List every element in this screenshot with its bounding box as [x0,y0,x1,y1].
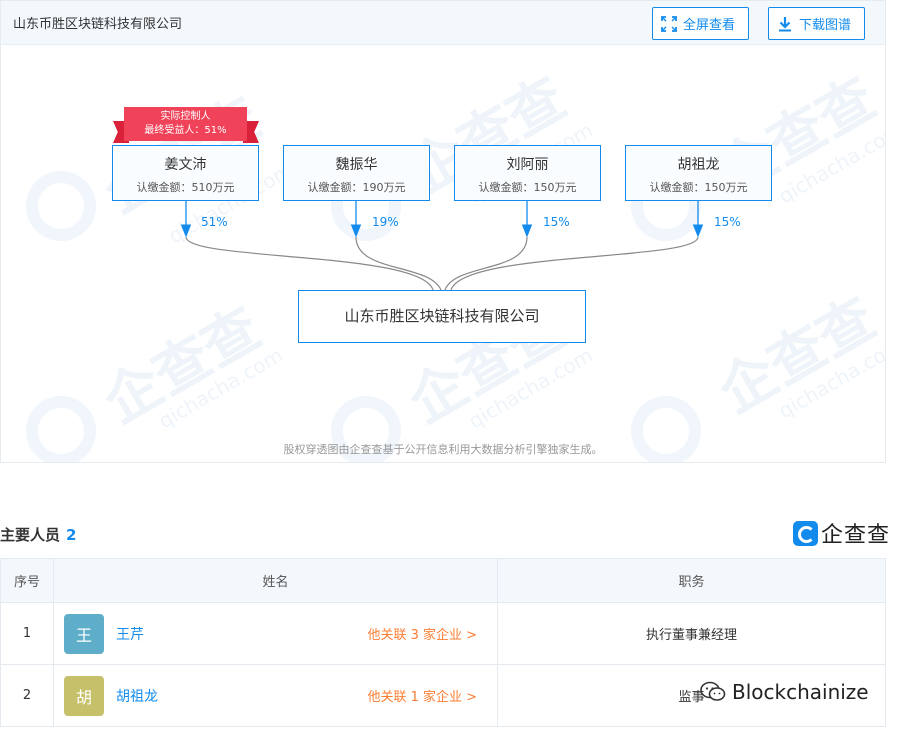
staff-count: 2 [66,526,77,544]
table-row: 1 王 王芹 他关联 3 家企业 > 执行董事兼经理 [0,602,886,665]
col-header-index: 序号 [0,558,54,603]
chart-footnote: 股权穿透图由企查查基于公开信息利用大数据分析引擎独家生成。 [283,443,603,456]
col-header-name: 姓名 [53,558,498,603]
col-header-role: 职务 [497,558,886,603]
share-percent: 15% [543,215,570,229]
avatar: 王 [64,613,104,654]
table-header-row: 序号 姓名 职务 [0,558,886,603]
badge-line1: 实际控制人 [160,111,211,122]
badge-body: 实际控制人 最终受益人：51% [124,107,247,141]
shareholder-node[interactable]: 刘阿丽 认缴金额：150万元 [454,145,601,201]
wechat-icon [700,681,726,701]
staff-section-title: 主要人员 2 [0,524,76,545]
row-index: 2 [0,664,54,727]
associated-companies-link[interactable]: 他关联 1 家企业 > [367,686,477,705]
role-cell: 执行董事兼经理 [497,602,886,665]
name-cell: 胡 胡祖龙 他关联 1 家企业 > [53,664,498,727]
shareholder-node[interactable]: 胡祖龙 认缴金额：150万元 [625,145,772,201]
share-percent: 15% [714,215,741,229]
shareholder-amount: 认缴金额：150万元 [478,181,577,194]
badge-line2: 最终受益人：51% [144,125,227,136]
wechat-watermark-text: Blockchainize [732,680,869,704]
share-percent: 51% [201,215,228,229]
avatar: 胡 [64,675,104,716]
shareholder-name: 姜文沛 [164,157,207,173]
shareholder-amount: 认缴金额：150万元 [649,181,748,194]
associated-companies-link[interactable]: 他关联 3 家企业 > [367,624,477,643]
equity-chart-panel: 山东币胜区块链科技有限公司 全屏查看 下载图谱 企查查 企查查 企查查 企查查 … [0,0,886,463]
row-index: 1 [0,602,54,665]
shareholder-node[interactable]: 魏振华 认缴金额：190万元 [283,145,430,201]
brand-logo: 企查查 [793,519,891,548]
name-cell: 王 王芹 他关联 3 家企业 > [53,602,498,665]
qichacha-logo-icon [793,520,818,546]
wechat-watermark: Blockchainize [700,680,869,704]
shareholder-name: 胡祖龙 [677,157,720,173]
person-name-link[interactable]: 胡祖龙 [116,686,158,706]
shareholder-name: 魏振华 [335,157,378,173]
shareholder-name: 刘阿丽 [506,157,549,173]
controller-badge: 实际控制人 最终受益人：51% [113,107,259,147]
company-node[interactable]: 山东币胜区块链科技有限公司 [298,290,586,343]
shareholder-node[interactable]: 姜文沛 认缴金额：510万元 [112,145,259,201]
staff-title-text: 主要人员 [0,526,61,544]
equity-connectors [180,201,704,291]
page-root: 山东币胜区块链科技有限公司 全屏查看 下载图谱 企查查 企查查 企查查 企查查 … [0,0,900,730]
shareholder-amount: 认缴金额：510万元 [136,181,235,194]
brand-text: 企查查 [821,523,891,548]
person-name-link[interactable]: 王芹 [116,624,144,644]
share-percent: 19% [372,215,399,229]
shareholder-amount: 认缴金额：190万元 [307,181,406,194]
